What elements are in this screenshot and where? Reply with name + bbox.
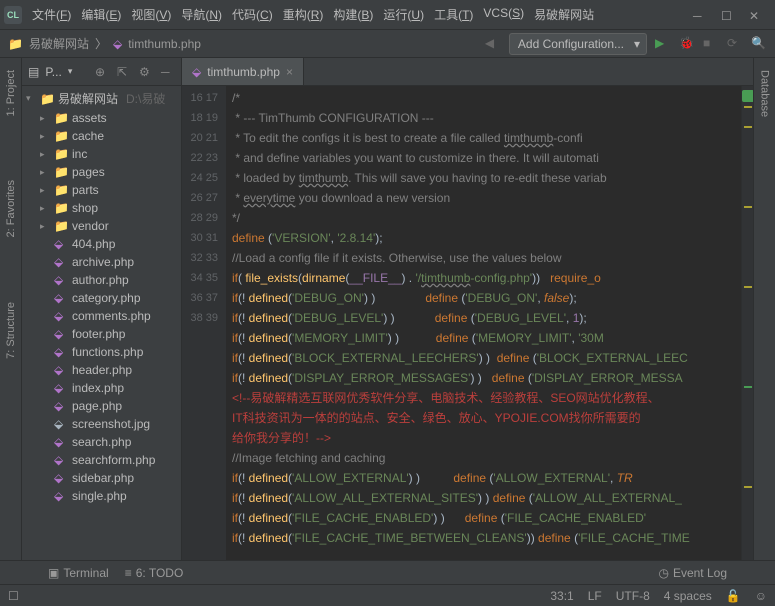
statusbar: ☐ 33:1 LF UTF-8 4 spaces 🔓 ☺	[0, 584, 775, 606]
tree-item[interactable]: ⬙search.php	[22, 433, 181, 451]
gutter-database[interactable]: Database	[757, 64, 773, 123]
gutter-tab[interactable]: 7: Structure	[3, 296, 19, 365]
tree-item[interactable]: ⬙single.php	[22, 487, 181, 505]
encoding[interactable]: UTF-8	[616, 589, 650, 603]
editor-tabs: ⬙ timthumb.php ×	[182, 58, 753, 86]
tree-item[interactable]: ▾📁易破解网站D:\易破	[22, 88, 181, 109]
php-file-icon: ⬙	[113, 37, 122, 51]
menu-item[interactable]: 导航(N)	[177, 3, 226, 26]
breadcrumb-root[interactable]: 易破解网站	[29, 35, 89, 52]
analysis-ok-icon	[742, 90, 753, 102]
caret-position[interactable]: 33:1	[550, 589, 573, 603]
project-icon: ▤	[28, 65, 39, 79]
locate-icon[interactable]: ⊕	[95, 65, 109, 79]
code-content[interactable]: /* * --- TimThumb CONFIGURATION --- * To…	[226, 86, 741, 560]
collapse-icon[interactable]: ⇱	[117, 65, 131, 79]
tree-item[interactable]: ⬙screenshot.jpg	[22, 415, 181, 433]
project-title[interactable]: P...	[45, 65, 61, 79]
left-gutter: 1: Project 2: Favorites 7: Structure	[0, 58, 22, 560]
stop-icon[interactable]: ■	[703, 36, 719, 52]
close-button[interactable]: ✕	[749, 9, 761, 21]
code-editor[interactable]: 16 17 18 19 20 21 22 23 24 25 26 27 28 2…	[182, 86, 753, 560]
tree-item[interactable]: ⬙page.php	[22, 397, 181, 415]
update-icon[interactable]: ⟳	[727, 36, 743, 52]
tree-item[interactable]: ⬙index.php	[22, 379, 181, 397]
gutter-tab[interactable]: 2: Favorites	[3, 174, 19, 243]
folder-icon: 📁	[8, 37, 23, 51]
menu-item[interactable]: 构建(B)	[329, 3, 377, 26]
tree-item[interactable]: ⬙sidebar.php	[22, 469, 181, 487]
terminal-icon: ▣	[48, 566, 59, 580]
terminal-button[interactable]: ▣Terminal	[48, 566, 109, 580]
right-gutter: Database	[753, 58, 775, 560]
hide-icon[interactable]: ─	[161, 65, 175, 79]
tree-item[interactable]: ▸📁pages	[22, 163, 181, 181]
eventlog-icon: ◷	[658, 566, 668, 580]
run-icon[interactable]: ▶	[655, 36, 671, 52]
todo-button[interactable]: ≡6: TODO	[125, 566, 184, 580]
tab-label: timthumb.php	[207, 65, 280, 79]
readonly-icon[interactable]: 🔓	[726, 589, 741, 603]
tree-item[interactable]: ⬙comments.php	[22, 307, 181, 325]
tree-item[interactable]: ⬙functions.php	[22, 343, 181, 361]
tree-item[interactable]: ⬙author.php	[22, 271, 181, 289]
todo-icon: ≡	[125, 566, 132, 580]
menu-item[interactable]: 易破解网站	[530, 3, 598, 26]
tree-item[interactable]: ▸📁parts	[22, 181, 181, 199]
tree-item[interactable]: ▸📁inc	[22, 145, 181, 163]
tree-item[interactable]: ▸📁vendor	[22, 217, 181, 235]
minimize-button[interactable]: ─	[693, 9, 705, 21]
indent[interactable]: 4 spaces	[664, 589, 712, 603]
line-numbers: 16 17 18 19 20 21 22 23 24 25 26 27 28 2…	[182, 86, 226, 560]
navbar: 📁 易破解网站 〉 ⬙ timthumb.php ◀ Add Configura…	[0, 30, 775, 58]
tree-item[interactable]: ⬙footer.php	[22, 325, 181, 343]
menu-item[interactable]: 重构(R)	[279, 3, 328, 26]
project-panel: ▤ P... ▾ ⊕ ⇱ ⚙ ─ ▾📁易破解网站D:\易破▸📁assets▸📁c…	[22, 58, 182, 560]
menu-item[interactable]: VCS(S)	[479, 3, 528, 26]
tree-item[interactable]: ▸📁shop	[22, 199, 181, 217]
menu-item[interactable]: 视图(V)	[127, 3, 175, 26]
tree-item[interactable]: ⬙header.php	[22, 361, 181, 379]
maximize-button[interactable]: ☐	[721, 9, 733, 21]
menubar: 文件(F)编辑(E)视图(V)导航(N)代码(C)重构(R)构建(B)运行(U)…	[28, 3, 693, 26]
php-file-icon: ⬙	[192, 65, 201, 79]
hector-icon[interactable]: ☺	[755, 589, 767, 603]
search-icon[interactable]: 🔍	[751, 36, 767, 52]
menu-item[interactable]: 工具(T)	[430, 3, 477, 26]
debug-icon[interactable]: 🐞	[679, 36, 695, 52]
menu-item[interactable]: 编辑(E)	[77, 3, 125, 26]
tree-item[interactable]: ▸📁assets	[22, 109, 181, 127]
titlebar: CL 文件(F)编辑(E)视图(V)导航(N)代码(C)重构(R)构建(B)运行…	[0, 0, 775, 30]
gear-icon[interactable]: ⚙	[139, 65, 153, 79]
back-icon[interactable]: ◀	[485, 36, 501, 52]
tool-window-toggle[interactable]: ☐	[8, 589, 19, 603]
tool-window-bar: ▣Terminal ≡6: TODO ◷Event Log	[0, 560, 775, 584]
scroll-markers	[741, 86, 753, 560]
menu-item[interactable]: 运行(U)	[379, 3, 428, 26]
breadcrumb: 📁 易破解网站 〉 ⬙ timthumb.php	[8, 35, 485, 52]
tree-item[interactable]: ⬙category.php	[22, 289, 181, 307]
tree-item[interactable]: ⬙searchform.php	[22, 451, 181, 469]
app-logo: CL	[4, 6, 22, 24]
tree-item[interactable]: ⬙archive.php	[22, 253, 181, 271]
tree-item[interactable]: ▸📁cache	[22, 127, 181, 145]
tree-item[interactable]: ⬙404.php	[22, 235, 181, 253]
breadcrumb-file[interactable]: timthumb.php	[128, 37, 201, 51]
line-ending[interactable]: LF	[588, 589, 602, 603]
tab-timthumb[interactable]: ⬙ timthumb.php ×	[182, 58, 304, 85]
menu-item[interactable]: 文件(F)	[28, 3, 75, 26]
run-config-dropdown[interactable]: Add Configuration...	[509, 33, 647, 55]
menu-item[interactable]: 代码(C)	[228, 3, 277, 26]
project-tree: ▾📁易破解网站D:\易破▸📁assets▸📁cache▸📁inc▸📁pages▸…	[22, 86, 181, 560]
gutter-tab[interactable]: 1: Project	[3, 64, 19, 122]
close-icon[interactable]: ×	[286, 65, 293, 79]
eventlog-button[interactable]: ◷Event Log	[658, 566, 727, 580]
